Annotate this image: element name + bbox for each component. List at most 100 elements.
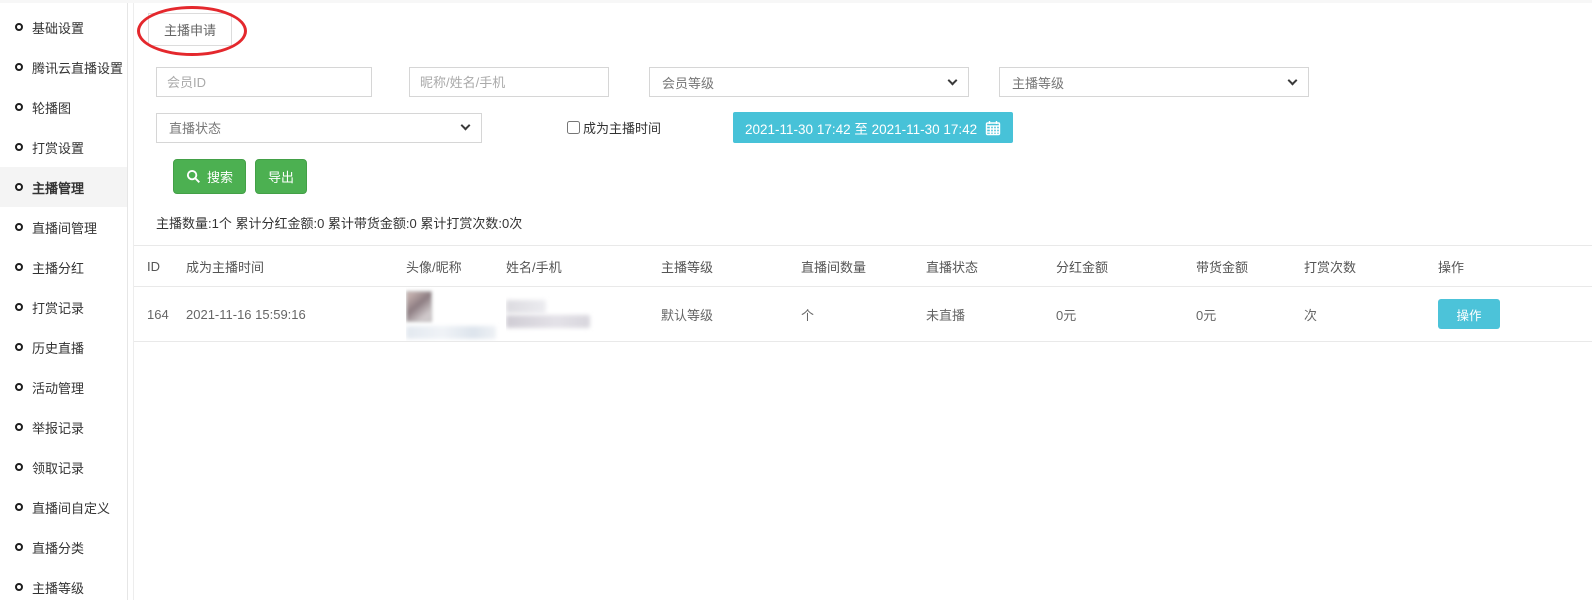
nickname-censored (406, 326, 496, 339)
circle-bullet-icon (15, 263, 23, 271)
cell-action: 操作 (1438, 287, 1592, 342)
date-range-button[interactable]: 2021-11-30 17:42 至 2021-11-30 17:42 (733, 112, 1013, 143)
sidebar-item-reward-settings[interactable]: 打赏设置 (0, 127, 127, 167)
cell-anchor-level: 默认等级 (661, 287, 801, 342)
sidebar-item-report-records[interactable]: 举报记录 (0, 407, 127, 447)
sidebar-item-label: 领取记录 (32, 458, 84, 477)
sidebar-item-label: 举报记录 (32, 418, 84, 437)
circle-bullet-icon (15, 583, 23, 591)
app-window: 基础设置 腾讯云直播设置 轮播图 打赏设置 主播管理 直播间管理 主播分红 打 (0, 3, 1592, 600)
cell-id: 164 (134, 287, 186, 342)
sidebar-item-label: 历史直播 (32, 338, 84, 357)
circle-bullet-icon (15, 383, 23, 391)
chevron-down-icon (948, 75, 958, 85)
anchor-table: ID 成为主播时间 头像/昵称 姓名/手机 主播等级 直播间数量 直播状态 分红… (134, 245, 1592, 342)
sidebar-item-label: 活动管理 (32, 378, 84, 397)
sidebar-item-activity-management[interactable]: 活动管理 (0, 367, 127, 407)
circle-bullet-icon (15, 423, 23, 431)
cell-room-count: 个 (801, 287, 926, 342)
col-header-goods-amount: 带货金额 (1196, 246, 1304, 287)
avatar (406, 291, 432, 322)
sidebar-item-anchor-management[interactable]: 主播管理 (0, 167, 127, 207)
table-header: ID 成为主播时间 头像/昵称 姓名/手机 主播等级 直播间数量 直播状态 分红… (134, 246, 1592, 287)
circle-bullet-icon (15, 63, 23, 71)
cell-become-time: 2021-11-16 15:59:16 (186, 287, 406, 342)
col-header-become-time: 成为主播时间 (186, 246, 406, 287)
phone-censored (506, 315, 590, 328)
sidebar-item-live-category[interactable]: 直播分类 (0, 527, 127, 567)
sidebar-item-label: 打赏设置 (32, 138, 84, 157)
filter-panel: 会员等级 主播等级 直播状态 成为主播时间 2021-11 (134, 67, 1592, 194)
filter-row-1: 会员等级 主播等级 (156, 67, 1592, 97)
anchor-stats-summary: 主播数量:1个 累计分红金额:0 累计带货金额:0 累计打赏次数:0次 (156, 213, 1592, 232)
cell-avatar-nickname (406, 287, 506, 342)
col-header-room-count: 直播间数量 (801, 246, 926, 287)
col-header-id: ID (134, 246, 186, 287)
chevron-down-icon (1288, 75, 1298, 85)
circle-bullet-icon (15, 223, 23, 231)
live-status-select[interactable]: 直播状态 (156, 113, 482, 143)
sidebar-item-carousel[interactable]: 轮播图 (0, 87, 127, 127)
circle-bullet-icon (15, 543, 23, 551)
date-range-text: 2021-11-30 17:42 至 2021-11-30 17:42 (745, 118, 977, 138)
cell-name-phone (506, 287, 661, 342)
cell-reward-count: 次 (1304, 287, 1438, 342)
tab-anchor-apply-wrap: 主播申请 (148, 13, 232, 46)
cell-dividend: 0元 (1056, 287, 1196, 342)
sidebar-item-tencent-cloud-live-settings[interactable]: 腾讯云直播设置 (0, 47, 127, 87)
sidebar-item-label: 直播间自定义 (32, 498, 110, 517)
sidebar: 基础设置 腾讯云直播设置 轮播图 打赏设置 主播管理 直播间管理 主播分红 打 (0, 3, 128, 600)
sidebar-item-label: 主播分红 (32, 258, 84, 277)
search-button[interactable]: 搜索 (173, 159, 246, 194)
sidebar-item-label: 直播分类 (32, 538, 84, 557)
sidebar-item-reward-records[interactable]: 打赏记录 (0, 287, 127, 327)
sidebar-item-label: 轮播图 (32, 98, 71, 117)
row-action-button[interactable]: 操作 (1438, 299, 1500, 329)
become-anchor-time-checkbox-wrap[interactable]: 成为主播时间 (567, 118, 661, 137)
cell-goods-amount: 0元 (1196, 287, 1304, 342)
filter-actions-row: 搜索 导出 (173, 159, 1592, 194)
circle-bullet-icon (15, 463, 23, 471)
become-anchor-time-label: 成为主播时间 (583, 118, 661, 137)
sidebar-item-label: 打赏记录 (32, 298, 84, 317)
table-row: 164 2021-11-16 15:59:16 默认等级 个 未直播 0元 0元 (134, 287, 1592, 342)
circle-bullet-icon (15, 343, 23, 351)
circle-bullet-icon (15, 303, 23, 311)
sidebar-item-anchor-dividend[interactable]: 主播分红 (0, 247, 127, 287)
sidebar-item-label: 主播等级 (32, 578, 84, 597)
col-header-dividend: 分红金额 (1056, 246, 1196, 287)
col-header-anchor-level: 主播等级 (661, 246, 801, 287)
col-header-avatar-nickname: 头像/昵称 (406, 246, 506, 287)
export-button-label: 导出 (268, 167, 294, 186)
sidebar-item-anchor-level[interactable]: 主播等级 (0, 567, 127, 607)
circle-bullet-icon (15, 183, 23, 191)
col-header-action: 操作 (1438, 246, 1592, 287)
sidebar-item-label: 基础设置 (32, 18, 84, 37)
circle-bullet-icon (15, 143, 23, 151)
sidebar-item-label: 主播管理 (32, 178, 84, 197)
sidebar-item-live-room-custom[interactable]: 直播间自定义 (0, 487, 127, 527)
search-button-label: 搜索 (207, 167, 233, 186)
sidebar-item-label: 直播间管理 (32, 218, 97, 237)
sidebar-item-basic-settings[interactable]: 基础设置 (0, 7, 127, 47)
sidebar-item-label: 腾讯云直播设置 (32, 58, 123, 77)
col-header-live-status: 直播状态 (926, 246, 1056, 287)
export-button[interactable]: 导出 (255, 159, 307, 194)
col-header-name-phone: 姓名/手机 (506, 246, 661, 287)
nickname-name-phone-input[interactable] (409, 67, 609, 97)
become-anchor-time-checkbox[interactable] (567, 121, 580, 134)
main-content: 主播申请 会员等级 主播等级 直播状态 (133, 3, 1592, 600)
sidebar-item-claim-records[interactable]: 领取记录 (0, 447, 127, 487)
sidebar-item-live-room-management[interactable]: 直播间管理 (0, 207, 127, 247)
anchor-level-select[interactable]: 主播等级 (999, 67, 1309, 97)
col-header-reward-count: 打赏次数 (1304, 246, 1438, 287)
sidebar-item-history-live[interactable]: 历史直播 (0, 327, 127, 367)
member-level-select-value: 会员等级 (662, 73, 714, 92)
member-id-input[interactable] (156, 67, 372, 97)
calendar-icon (985, 120, 1001, 136)
search-icon (186, 169, 201, 184)
tab-anchor-apply[interactable]: 主播申请 (148, 13, 232, 46)
member-level-select[interactable]: 会员等级 (649, 67, 969, 97)
circle-bullet-icon (15, 503, 23, 511)
circle-bullet-icon (15, 103, 23, 111)
